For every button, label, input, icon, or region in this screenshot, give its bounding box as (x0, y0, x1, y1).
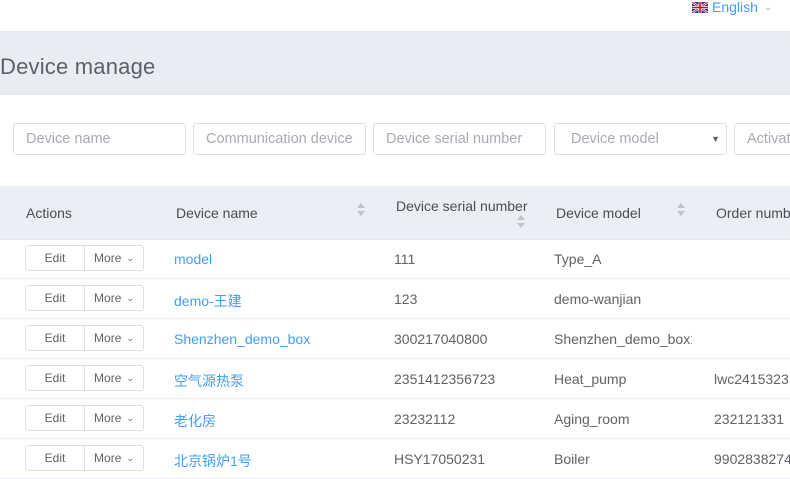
sort-icon[interactable] (517, 215, 527, 229)
activation-filter (734, 123, 790, 155)
more-label: More (94, 251, 122, 265)
order-number-cell: 232121331 (714, 411, 785, 427)
edit-button[interactable]: Edit (25, 245, 85, 271)
device-model-cell: Aging_room (554, 411, 630, 427)
column-header-device-name[interactable]: Device name (176, 205, 258, 221)
device-name-link[interactable]: demo-王建 (174, 291, 242, 311)
device-model-cell: Boiler (554, 451, 590, 467)
filter-bar: Device model ▼ (0, 96, 790, 186)
device-model-cell: Heat_pump (554, 371, 627, 387)
column-header-order-number[interactable]: Order number (716, 205, 790, 221)
serial-number-input[interactable] (386, 131, 545, 147)
device-name-input[interactable] (26, 131, 185, 147)
column-header-actions: Actions (26, 205, 72, 221)
top-bar: English ⌄ (0, 0, 790, 32)
page-header: Device manage (0, 32, 790, 95)
device-name-link[interactable]: 老化房 (174, 411, 216, 431)
communication-device-filter (193, 123, 366, 155)
device-model-cell: Type_A (554, 251, 602, 267)
device-name-link[interactable]: 空气源热泵 (174, 371, 244, 391)
serial-number-cell: 2351412356723 (394, 371, 496, 387)
page-title: Device manage (0, 54, 156, 79)
chevron-down-icon: ⌄ (126, 292, 134, 303)
device-model-cell: demo-wanjian (554, 291, 642, 307)
more-button[interactable]: More ⌄ (84, 445, 144, 471)
table-row: Edit More ⌄ 空气源热泵 2351412356723 Heat_pump… (0, 359, 790, 399)
device-model-cell: Shenzhen_demo_box1 (554, 331, 692, 347)
table-row: Edit More ⌄ 北京锅炉1号 HSY17050231 Boiler 990… (0, 439, 790, 479)
edit-button[interactable]: Edit (25, 365, 85, 391)
edit-button[interactable]: Edit (25, 445, 85, 471)
chevron-down-icon: ⌄ (126, 332, 134, 343)
edit-button[interactable]: Edit (25, 325, 85, 351)
serial-number-cell: 123 (394, 291, 418, 307)
sort-icon[interactable] (677, 203, 687, 217)
more-label: More (94, 371, 122, 385)
serial-number-cell: 300217040800 (394, 331, 488, 347)
serial-number-cell: 23232112 (394, 411, 456, 427)
chevron-down-icon: ⌄ (126, 372, 134, 383)
language-label: English (712, 0, 758, 15)
more-button[interactable]: More ⌄ (84, 365, 144, 391)
table-row: Edit More ⌄ demo-王建 123 demo-wanjian (0, 279, 790, 319)
table-header: Actions Device name Device serial number… (0, 186, 790, 240)
more-button[interactable]: More ⌄ (84, 405, 144, 431)
edit-button[interactable]: Edit (25, 405, 85, 431)
table-row: Edit More ⌄ 老化房 23232112 Aging_room 23212… (0, 399, 790, 439)
edit-button[interactable]: Edit (25, 285, 85, 311)
more-label: More (94, 451, 122, 465)
caret-down-icon: ▼ (711, 134, 720, 144)
language-switcher[interactable]: English ⌄ (692, 0, 772, 16)
sort-icon[interactable] (357, 203, 367, 217)
device-name-filter (13, 123, 186, 155)
column-header-serial-number[interactable]: Device serial number (396, 198, 528, 214)
more-button[interactable]: More ⌄ (84, 245, 144, 271)
communication-device-input[interactable] (206, 131, 365, 147)
more-label: More (94, 411, 122, 425)
chevron-down-icon: ⌄ (126, 452, 134, 463)
column-header-device-model[interactable]: Device model (556, 205, 641, 221)
device-model-select[interactable]: Device model ▼ (554, 123, 727, 155)
more-label: More (94, 291, 122, 305)
device-name-link[interactable]: model (174, 251, 212, 267)
order-number-cell: 990283827436 (714, 451, 790, 467)
order-number-cell: lwc24153231 (714, 371, 790, 387)
serial-number-filter (373, 123, 546, 155)
chevron-down-icon: ⌄ (763, 1, 773, 13)
more-label: More (94, 331, 122, 345)
device-model-select-label: Device model (571, 131, 659, 147)
table-row: Edit More ⌄ model 111 Type_A (0, 239, 790, 279)
activation-input[interactable] (747, 131, 790, 147)
device-name-link[interactable]: Shenzhen_demo_box (174, 331, 310, 347)
uk-flag-icon (692, 1, 708, 13)
table-row: Edit More ⌄ Shenzhen_demo_box 30021704080… (0, 319, 790, 359)
more-button[interactable]: More ⌄ (84, 325, 144, 351)
serial-number-cell: 111 (394, 251, 416, 267)
serial-number-cell: HSY17050231 (394, 451, 486, 467)
chevron-down-icon: ⌄ (126, 252, 134, 263)
chevron-down-icon: ⌄ (126, 412, 134, 423)
device-name-link[interactable]: 北京锅炉1号 (174, 451, 252, 471)
more-button[interactable]: More ⌄ (84, 285, 144, 311)
